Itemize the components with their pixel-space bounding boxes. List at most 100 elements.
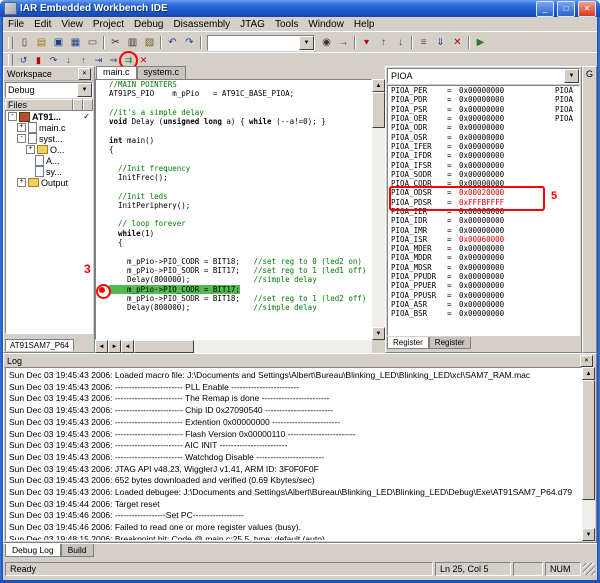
code-line[interactable] (96, 99, 371, 108)
register-row-pioa-sodr[interactable]: PIOA_SODR=0x00000000 (388, 170, 579, 179)
go-button[interactable]: ⇉ (121, 54, 136, 67)
code-line[interactable]: //it's a simple delay (96, 108, 371, 117)
workspace-close-icon[interactable]: ✕ (78, 68, 91, 80)
code-line[interactable] (96, 126, 371, 135)
code-line[interactable]: m_pPio->PIO_CODR = BIT18; //set reg to 0… (96, 257, 371, 266)
editor-vertical-scrollbar[interactable]: ▲ ▼ (372, 79, 385, 340)
save-all-button[interactable]: ▦ (67, 35, 84, 51)
toolbar-grip[interactable] (8, 37, 13, 49)
register-tab-0[interactable]: Register (387, 337, 429, 349)
scroll-down-icon[interactable]: ▼ (372, 327, 385, 340)
redo-button[interactable]: ↷ (181, 35, 198, 51)
open-file-button[interactable]: ▤ (33, 35, 50, 51)
tree-expander-icon[interactable]: + (17, 178, 26, 187)
menu-debug[interactable]: Debug (129, 19, 168, 30)
code-line[interactable] (96, 182, 371, 191)
code-line[interactable]: InitFrec(); (96, 173, 371, 182)
debug-toolbar-grip[interactable] (8, 54, 13, 66)
reset-button[interactable]: ↺ (16, 54, 31, 67)
tree-expander-icon[interactable]: + (26, 145, 35, 154)
code-line[interactable]: int main() (96, 136, 371, 145)
editor-tab-main-c[interactable]: main.c (96, 66, 137, 79)
code-line[interactable]: { (96, 238, 371, 247)
editor-horizontal-scrollbar[interactable]: ◄ ► ◄ (95, 340, 372, 353)
maximize-button[interactable]: □ (557, 1, 575, 17)
editor-hscroll-thumb[interactable] (134, 340, 194, 353)
register-tab-1[interactable]: Register (429, 337, 471, 349)
register-group-dropdown-icon[interactable]: ▼ (564, 69, 579, 83)
log-scroll-down-icon[interactable]: ▼ (582, 528, 595, 541)
code-line[interactable]: //Init leds (96, 192, 371, 201)
make-button[interactable]: ⇓ (432, 35, 449, 51)
code-line[interactable]: //Init frequency (96, 164, 371, 173)
register-group-select[interactable]: PIOA ▼ (387, 68, 580, 84)
code-line[interactable] (96, 247, 371, 256)
tree-expander-icon[interactable]: - (8, 112, 17, 121)
register-row-pioa-bsr[interactable]: PIOA_BSR=0x00000000 (388, 309, 579, 318)
register-row-pioa-ifdr[interactable]: PIOA_IFDR=0x00000000 (388, 151, 579, 160)
cut-button[interactable]: ✂ (107, 35, 124, 51)
tree-expander-icon[interactable]: - (17, 134, 26, 143)
workspace-config-select[interactable]: Debug ▼ (5, 82, 93, 98)
next-bookmark-button[interactable]: ↓ (392, 35, 409, 51)
tab-scroll-left-icon[interactable]: ◄ (95, 340, 108, 353)
new-file-button[interactable]: ▯ (16, 35, 33, 51)
undo-button[interactable]: ↶ (164, 35, 181, 51)
code-line[interactable]: while(1) (96, 229, 371, 238)
find-next-button[interactable]: → (335, 35, 352, 51)
code-line[interactable]: Delay(800000); //simple delay (96, 275, 371, 284)
toggle-bookmark-button[interactable]: ▾ (358, 35, 375, 51)
close-button[interactable]: ✕ (578, 1, 596, 17)
register-row-pioa-psr[interactable]: PIOA_PSR=0x00000000PIOA (388, 105, 579, 114)
tree-item-sy[interactable]: sy... (6, 166, 92, 177)
menu-jtag[interactable]: JTAG (235, 19, 270, 30)
copy-button[interactable]: ▥ (124, 35, 141, 51)
register-row-pioa-per[interactable]: PIOA_PER=0x00000000PIOA (388, 86, 579, 95)
tab-scroll-right-icon[interactable]: ► (108, 340, 121, 353)
tree-item-o[interactable]: +O... (6, 144, 92, 155)
workspace-config-dropdown-icon[interactable]: ▼ (77, 83, 92, 97)
code-line[interactable]: //MAIN POINTERS (96, 80, 371, 89)
register-row-pioa-odsr[interactable]: PIOA_ODSR=0x00020000 (388, 188, 579, 197)
code-line[interactable]: // loop forever (96, 219, 371, 228)
register-row-pioa-ppudr[interactable]: PIOA_PPUDR=0x00000000 (388, 272, 579, 281)
print-button[interactable]: ▭ (84, 35, 101, 51)
step-over-button[interactable]: ↷ (46, 54, 61, 67)
code-line[interactable]: void Delay (unsigned long a) { while (--… (96, 117, 371, 126)
code-line[interactable] (96, 210, 371, 219)
code-line[interactable]: Delay(800000); //simple delay (96, 303, 371, 312)
menu-tools[interactable]: Tools (270, 19, 303, 30)
tree-item-main-c[interactable]: +main.c (6, 122, 92, 133)
previous-bookmark-button[interactable]: ↑ (375, 35, 392, 51)
code-line[interactable] (96, 154, 371, 163)
paste-button[interactable]: ▧ (141, 35, 158, 51)
register-row-pioa-mdsr[interactable]: PIOA_MDSR=0x00000000 (388, 263, 579, 272)
stop-build-button[interactable]: ✕ (449, 35, 466, 51)
stop-debugging-button[interactable]: ✕ (136, 54, 151, 67)
register-row-pioa-odr[interactable]: PIOA_ODR=0x00000000 (388, 123, 579, 132)
tab-debug-log[interactable]: Debug Log (5, 544, 61, 557)
register-row-pioa-mder[interactable]: PIOA_MDER=0x00000000 (388, 244, 579, 253)
docked-pane-g[interactable]: G (582, 66, 597, 353)
step-out-button[interactable]: ↑ (76, 54, 91, 67)
register-row-pioa-isr[interactable]: PIOA_ISR=0x00060000 (388, 235, 579, 244)
menu-file[interactable]: File (3, 19, 29, 30)
register-row-pioa-imr[interactable]: PIOA_IMR=0x00000000 (388, 225, 579, 234)
scroll-left-icon[interactable]: ◄ (121, 340, 134, 353)
code-line[interactable]: InitPeriphery(); (96, 201, 371, 210)
minimize-button[interactable]: _ (536, 1, 554, 17)
tree-item-syst[interactable]: -syst... (6, 133, 92, 144)
code-line[interactable]: AT91PS_PIO m_pPio = AT91C_BASE_PIOA; (96, 89, 371, 98)
tree-item-at91[interactable]: -AT91...✓ (6, 111, 92, 122)
find-button[interactable]: ◉ (318, 35, 335, 51)
editor-vscroll-thumb[interactable] (372, 92, 385, 128)
step-into-button[interactable]: ↓ (61, 54, 76, 67)
code-line[interactable]: { (96, 145, 371, 154)
save-button[interactable]: ▣ (50, 35, 67, 51)
menu-view[interactable]: View (56, 19, 88, 30)
code-line[interactable]: m_pPio->PIO_CODR = BIT17; (96, 285, 371, 294)
tree-expander-icon[interactable]: + (17, 123, 26, 132)
menu-project[interactable]: Project (88, 19, 129, 30)
register-row-pioa-ppuer[interactable]: PIOA_PPUER=0x00000000 (388, 281, 579, 290)
next-statement-button[interactable]: ⇥ (91, 54, 106, 67)
